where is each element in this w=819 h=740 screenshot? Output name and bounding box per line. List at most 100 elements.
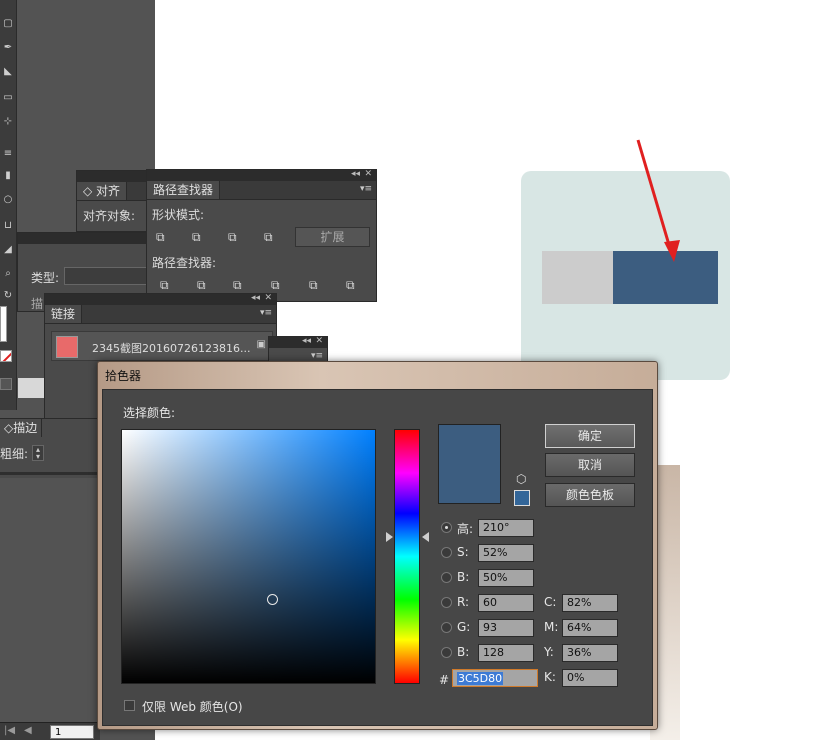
close-icon[interactable]: ✕ [264,293,272,303]
prev-page-icon[interactable]: ◀ [24,725,32,736]
tab-links[interactable]: 链接 [45,305,83,323]
web-colors-only-label: 仅限 Web 颜色(O) [142,700,243,714]
web-safe-swatch[interactable] [514,490,530,506]
brightness-input[interactable]: 50% [478,569,534,587]
trim-icon[interactable]: ⧉ [197,278,206,293]
web-colors-only-checkbox[interactable] [124,700,135,711]
collapse-icon[interactable]: ◂◂ [251,293,260,303]
align-panel: ◇ 对齐 对齐对象: [76,170,156,232]
gradient-tool-icon[interactable]: ▮ [2,170,14,182]
color-mode-button[interactable] [0,378,12,390]
unite-icon[interactable]: ⧉ [156,230,165,245]
saturation-input[interactable]: 52% [478,544,534,562]
saturation-radio[interactable] [441,547,452,558]
minus-back-icon[interactable]: ⧉ [346,278,355,293]
red-radio[interactable] [441,597,452,608]
collapse-icon[interactable]: ◂◂ [302,336,311,346]
weight-label: 粗细: [0,447,29,461]
green-input[interactable]: 93 [478,619,534,637]
green-field-row: G: 93 [441,619,541,637]
blue-input[interactable]: 128 [478,644,534,662]
hex-value: 3C5D80 [457,672,504,685]
tools-panel: ▢ ✒ ◣ ▭ ⊹ ≡ ▮ ○ ⊔ ◢ ⌕ ↻ [0,0,17,410]
close-icon[interactable]: ✕ [315,336,323,346]
exclude-icon[interactable]: ⧉ [264,230,273,245]
transform-tool-icon[interactable]: ⊹ [2,116,14,128]
red-arrow-annotation [636,139,680,262]
artboard-tool-icon[interactable]: ⊔ [2,220,14,232]
expand-button[interactable]: 扩展 [295,227,370,247]
none-swatch[interactable] [0,350,12,362]
divide-icon[interactable]: ⧉ [160,278,169,293]
link-name: 2345截图20160726123816... [92,342,251,355]
color-cursor[interactable] [267,594,278,605]
crop-icon[interactable]: ⧉ [271,278,280,293]
hue-slider-handle-left[interactable] [386,532,393,542]
list-item[interactable]: 2345截图20160726123816... ▣ [51,331,273,361]
blend-tool-icon[interactable]: ≡ [2,148,14,160]
tab-align[interactable]: ◇ 对齐 [77,182,128,200]
zoom-tool-icon[interactable]: ⌕ [2,268,14,280]
saturation-field-row: S: 52% [441,544,541,562]
slice-tool-icon[interactable]: ◢ [2,244,14,256]
hex-input[interactable]: 3C5D80 [452,669,538,687]
panel-menu-icon[interactable]: ▾≡ [311,351,323,361]
swap-colors-icon[interactable]: ↻ [2,290,14,302]
green-radio[interactable] [441,622,452,633]
cancel-button[interactable]: 取消 [545,453,635,477]
blue-radio[interactable] [441,647,452,658]
pencil-tool-icon[interactable]: ◣ [2,66,14,78]
embed-icon[interactable]: ▣ [257,339,266,350]
gray-rectangle[interactable] [542,251,613,304]
select-color-label: 选择颜色: [123,406,176,420]
pen-tool-icon[interactable]: ✒ [2,42,14,54]
red-input[interactable]: 60 [478,594,534,612]
tab-stroke[interactable]: ◇描边 [0,419,43,437]
hue-slider-handle-right[interactable] [422,532,429,542]
cyan-field-row: C: 82% [544,594,624,612]
black-input[interactable]: 0% [562,669,618,687]
yellow-field-row: Y: 36% [544,644,624,662]
magenta-input[interactable]: 64% [562,619,618,637]
ok-button[interactable]: 确定 [545,424,635,448]
ellipse-tool-icon[interactable]: ○ [2,194,14,206]
weight-stepper[interactable]: ▴ ▾ [32,445,44,461]
hex-label: # [439,673,450,687]
dialog-title: 拾色器 [105,369,142,383]
type-label: 类型: [31,271,60,285]
page-number-field[interactable]: 1 [50,725,94,739]
color-preview [438,424,501,504]
intersect-icon[interactable]: ⧉ [228,230,237,245]
hue-input[interactable]: 210° [478,519,534,537]
selection-tool-icon[interactable]: ▢ [2,18,14,30]
pathfinder-panel: ◂◂ ✕ 路径查找器 ▾≡ 形状模式: ⧉ ⧉ ⧉ ⧉ 扩展 路径查找器: ⧉ … [146,169,377,302]
status-bar: |◀ ◀ 1 [0,722,100,740]
rectangle-tool-icon[interactable]: ▭ [2,92,14,104]
color-picker-dialog: 拾色器 选择颜色: ⬡ 确定 取消 颜色色板 高: 210° S: 52% B:… [97,361,658,730]
cyan-input[interactable]: 82% [562,594,618,612]
color-swatches-button[interactable]: 颜色色板 [545,483,635,507]
desc-label: 描 [31,297,44,311]
panel-menu-icon[interactable]: ▾≡ [260,308,272,318]
collapse-icon[interactable]: ◂◂ [351,169,360,179]
link-thumbnail [56,336,78,358]
type-select[interactable] [64,267,158,285]
tab-pathfinder[interactable]: 路径查找器 [147,181,221,199]
first-page-icon[interactable]: |◀ [4,725,15,736]
saturation-brightness-field[interactable] [121,429,376,684]
panel-menu-icon[interactable]: ▾≡ [360,184,372,194]
outline-icon[interactable]: ⧉ [309,278,318,293]
brightness-radio[interactable] [441,572,452,583]
collapsed-panel: ◂◂ ✕ ▾≡ [268,336,328,364]
cube-icon: ⬡ [516,472,527,486]
minus-front-icon[interactable]: ⧉ [192,230,201,245]
merge-icon[interactable]: ⧉ [233,278,242,293]
pathfinders-label: 路径查找器: [152,256,217,270]
close-icon[interactable]: ✕ [364,169,372,179]
yellow-input[interactable]: 36% [562,644,618,662]
hue-slider[interactable] [394,429,420,684]
brightness-field-row: B: 50% [441,569,541,587]
fill-swatch[interactable] [0,306,7,342]
hue-radio[interactable] [441,522,452,533]
blue-field-row: B: 128 [441,644,541,662]
